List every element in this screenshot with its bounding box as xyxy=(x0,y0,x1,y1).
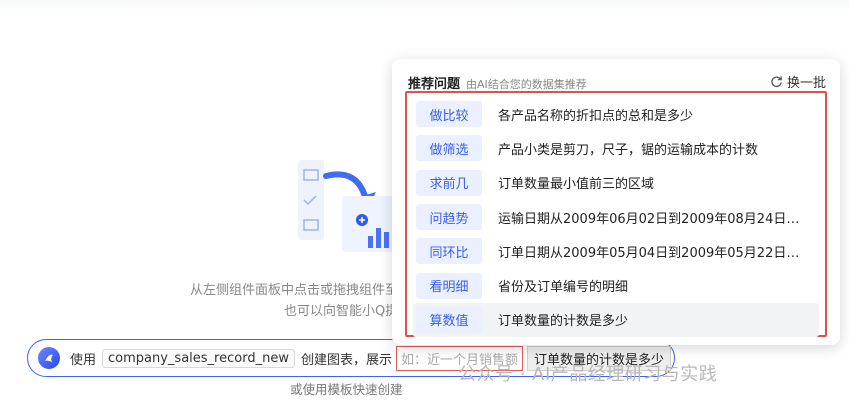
question-tag: 同环比 xyxy=(416,238,482,265)
question-item[interactable]: 问趋势 运输日期从2009年06月02日到2009年08月24日的... xyxy=(413,200,819,234)
question-item[interactable]: 算数值 订单数量的计数是多少 xyxy=(413,302,819,338)
question-tag: 问趋势 xyxy=(416,204,482,231)
top-divider xyxy=(0,0,849,12)
question-text: 订单数量的计数是多少 xyxy=(498,314,629,330)
question-item[interactable]: 做筛选 产品小类是剪刀，尺子，锯的运输成本的计数 xyxy=(413,131,819,165)
refresh-icon xyxy=(771,76,782,88)
popover-subtitle: 由AI结合您的数据集推荐 xyxy=(466,78,587,91)
question-item[interactable]: 同环比 订单日期从2009年05月04日到2009年05月22日的... xyxy=(413,234,819,268)
watermark: 公众号 · AI产品经理研习与实践 xyxy=(458,364,718,385)
question-text: 订单日期从2009年05月04日到2009年05月22日的... xyxy=(498,245,808,261)
popover-title: 推荐问题 xyxy=(408,77,461,92)
input-middle-text: 创建图表，展示 xyxy=(300,352,392,368)
use-template-link[interactable]: 或使用模板快速创建 xyxy=(290,379,403,398)
question-text: 产品小类是剪刀，尺子，锯的运输成本的计数 xyxy=(498,142,759,158)
question-list: 做比较 各产品名称的折扣点的总和是多少 做筛选 产品小类是剪刀，尺子，锯的运输成… xyxy=(405,91,827,338)
question-text: 运输日期从2009年06月02日到2009年08月24日的... xyxy=(498,211,808,227)
refresh-button[interactable]: 换一批 xyxy=(770,72,826,91)
question-text: 各产品名称的折扣点的总和是多少 xyxy=(498,108,694,124)
question-text: 订单数量最小值前三的区域 xyxy=(498,177,655,193)
question-tag: 求前几 xyxy=(416,169,482,196)
question-tag: 看明细 xyxy=(416,272,482,299)
question-item[interactable]: 求前几 订单数量最小值前三的区域 xyxy=(413,166,819,200)
empty-state-illustration xyxy=(296,158,406,258)
dataset-chip[interactable]: company_sales_record_new xyxy=(102,348,295,368)
refresh-label: 换一批 xyxy=(786,76,826,91)
question-text: 省份及订单编号的明细 xyxy=(498,280,629,296)
question-tag: 做筛选 xyxy=(416,135,482,162)
empty-state-hint-line2: 也可以向智能小Q提 xyxy=(284,304,399,319)
popover-header: 推荐问题 由AI结合您的数据集推荐 换一批 xyxy=(408,72,826,92)
empty-state-hint-line1: 从左侧组件面板中点击或拖拽组件至 xyxy=(190,283,399,298)
assistant-logo-icon xyxy=(38,347,60,369)
question-item[interactable]: 做比较 各产品名称的折扣点的总和是多少 xyxy=(413,97,819,131)
question-item[interactable]: 看明细 省份及订单编号的明细 xyxy=(413,268,819,302)
input-prefix-text: 使用 xyxy=(70,352,97,368)
recommended-questions-popover: 推荐问题 由AI结合您的数据集推荐 换一批 做比较 各产品名称的折扣点的总和是多… xyxy=(392,59,840,345)
question-tag: 算数值 xyxy=(416,306,482,333)
question-tag: 做比较 xyxy=(416,101,482,128)
